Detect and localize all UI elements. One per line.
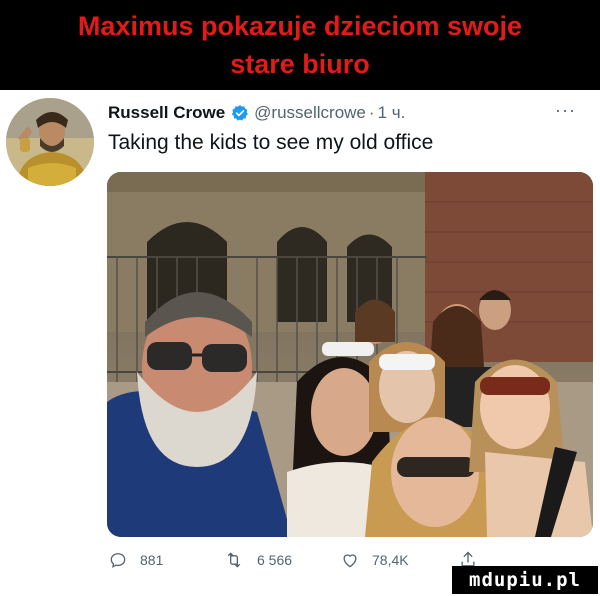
retweet-icon: [227, 552, 241, 568]
like-button[interactable]: 78,4K: [340, 550, 409, 570]
author-handle[interactable]: @russellcrowe: [254, 103, 366, 123]
tweet-timestamp[interactable]: 1 ч.: [378, 103, 406, 123]
meme-caption: Maximus pokazuje dzieciom swoje stare bi…: [20, 7, 580, 83]
retweet-button[interactable]: 6 566: [223, 550, 292, 570]
more-dots-icon[interactable]: ···: [555, 100, 576, 121]
meme-caption-line-2: stare biuro: [230, 49, 370, 79]
verified-badge-icon: [231, 104, 249, 122]
tweet-header: Russell Crowe @russellcrowe · 1 ч.: [108, 100, 578, 126]
separator-dot: ·: [368, 103, 375, 122]
author-name[interactable]: Russell Crowe: [108, 103, 225, 123]
watermark-logo: mdupiu.pl: [452, 566, 598, 594]
like-icon: [343, 554, 357, 568]
selfie-photo-image: [107, 172, 593, 537]
avatar-image: [6, 98, 94, 186]
like-count: 78,4K: [372, 552, 409, 568]
reply-count: 881: [140, 552, 164, 568]
reply-icon: [110, 553, 126, 568]
retweet-count: 6 566: [257, 552, 293, 568]
author-avatar[interactable]: [6, 98, 94, 186]
tweet-photo[interactable]: [107, 172, 593, 537]
meme-caption-line-1: Maximus pokazuje dzieciom swoje: [77, 11, 523, 41]
meme-caption-banner: Maximus pokazuje dzieciom swoje stare bi…: [0, 0, 600, 90]
reply-button[interactable]: 881: [108, 550, 163, 570]
tweet-text: Taking the kids to see my old office: [108, 131, 434, 154]
